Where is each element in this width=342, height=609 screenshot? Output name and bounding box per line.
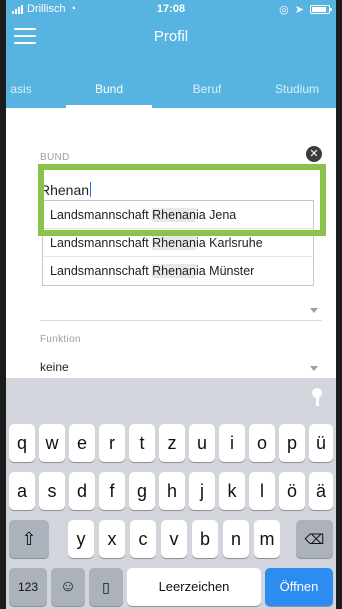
key-p[interactable]: p <box>279 424 305 462</box>
suggestion-item[interactable]: Landsmannschaft Rhenania Münster <box>43 257 313 285</box>
key-x[interactable]: x <box>99 520 125 558</box>
key-k[interactable]: k <box>219 472 245 510</box>
key-d[interactable]: d <box>69 472 95 510</box>
tab-beruf[interactable]: Beruf <box>170 70 244 108</box>
tab-basis[interactable]: asis <box>6 70 36 108</box>
return-key[interactable]: Öffnen <box>265 568 333 606</box>
nav-bar: Profil <box>6 24 336 58</box>
clear-icon[interactable]: ✕ <box>306 146 322 162</box>
suggestion-suffix: ia Jena <box>195 208 237 222</box>
key-e[interactable]: e <box>69 424 95 462</box>
key-y[interactable]: y <box>68 520 94 558</box>
app-header: Drillisch ◔ 17:08 ◎ ➤ Profil asis Bund B… <box>6 0 336 108</box>
key-i[interactable]: i <box>219 424 245 462</box>
keyboard-row-3: ⇧ y x c v b n m ⌫ <box>6 520 336 558</box>
key-t[interactable]: t <box>129 424 155 462</box>
keyboard-row-2: a s d f g h j k l ö ä <box>6 472 336 510</box>
key-q[interactable]: q <box>9 424 35 462</box>
onscreen-keyboard: q w e r t z u i o p ü a s d f g h j k l … <box>6 416 336 609</box>
suggestion-suffix: ia Münster <box>195 264 255 278</box>
suggestion-match: Rhenan <box>152 264 196 278</box>
text-caret <box>90 182 92 197</box>
key-v[interactable]: v <box>161 520 187 558</box>
funktion-select[interactable]: keine <box>40 360 69 374</box>
funktion-label: Funktion <box>40 334 81 345</box>
key-c[interactable]: c <box>130 520 156 558</box>
keyboard-row-4: 123 ☺ ▯ Leerzeichen Öffnen <box>6 568 336 606</box>
tab-studium[interactable]: Studium <box>258 70 336 108</box>
key-icon[interactable] <box>312 388 322 406</box>
key-oe[interactable]: ö <box>279 472 305 510</box>
backspace-icon[interactable]: ⌫ <box>296 520 333 558</box>
numbers-key[interactable]: 123 <box>9 568 47 606</box>
key-l[interactable]: l <box>249 472 275 510</box>
microphone-icon[interactable]: ▯ <box>89 568 123 606</box>
key-g[interactable]: g <box>129 472 155 510</box>
key-u[interactable]: u <box>189 424 215 462</box>
suggestion-prefix: Landsmannschaft <box>50 264 153 278</box>
suggestion-prefix: Landsmannschaft <box>50 236 153 250</box>
page-title: Profil <box>153 28 189 45</box>
key-m[interactable]: m <box>254 520 280 558</box>
key-ae[interactable]: ä <box>309 472 333 510</box>
chevron-down-icon[interactable] <box>310 366 318 371</box>
key-z[interactable]: z <box>159 424 185 462</box>
key-h[interactable]: h <box>159 472 185 510</box>
keyboard-accessory-bar <box>6 378 336 416</box>
suggestion-item[interactable]: Landsmannschaft Rhenania Karlsruhe <box>43 229 313 257</box>
bund-field-underline <box>40 320 322 321</box>
alarm-icon: ◎ <box>279 4 289 16</box>
key-r[interactable]: r <box>99 424 125 462</box>
key-s[interactable]: s <box>39 472 65 510</box>
key-b[interactable]: b <box>192 520 218 558</box>
status-bar: Drillisch ◔ 17:08 ◎ ➤ <box>6 0 336 20</box>
key-f[interactable]: f <box>99 472 125 510</box>
bund-label: BUND <box>40 152 70 163</box>
key-j[interactable]: j <box>189 472 215 510</box>
key-n[interactable]: n <box>223 520 249 558</box>
tab-bund[interactable]: Bund <box>66 70 152 108</box>
profile-form: BUND ✕ Rhenan Landsmannschaft Rhenania J… <box>6 108 336 378</box>
suggestion-prefix: Landsmannschaft <box>50 208 153 222</box>
shift-icon[interactable]: ⇧ <box>9 520 49 558</box>
key-a[interactable]: a <box>9 472 35 510</box>
space-key[interactable]: Leerzeichen <box>127 568 261 606</box>
bund-input[interactable]: Rhenan <box>40 182 92 198</box>
emoji-icon[interactable]: ☺ <box>51 568 85 606</box>
key-w[interactable]: w <box>39 424 65 462</box>
status-right: ◎ ➤ <box>279 3 332 16</box>
autocomplete-list: Landsmannschaft Rhenania Jena Landsmanns… <box>42 200 314 286</box>
chevron-down-icon[interactable] <box>310 308 318 313</box>
tab-bar: asis Bund Beruf Studium <box>6 70 336 108</box>
suggestion-suffix: ia Karlsruhe <box>195 236 263 250</box>
battery-icon <box>310 5 332 14</box>
location-icon: ➤ <box>294 4 304 16</box>
suggestion-match: Rhenan <box>152 208 196 222</box>
key-ue[interactable]: ü <box>309 424 333 462</box>
key-o[interactable]: o <box>249 424 275 462</box>
keyboard-row-1: q w e r t z u i o p ü <box>6 424 336 462</box>
bund-input-text: Rhenan <box>40 182 90 198</box>
suggestion-match: Rhenan <box>152 236 196 250</box>
suggestion-item[interactable]: Landsmannschaft Rhenania Jena <box>43 201 313 229</box>
